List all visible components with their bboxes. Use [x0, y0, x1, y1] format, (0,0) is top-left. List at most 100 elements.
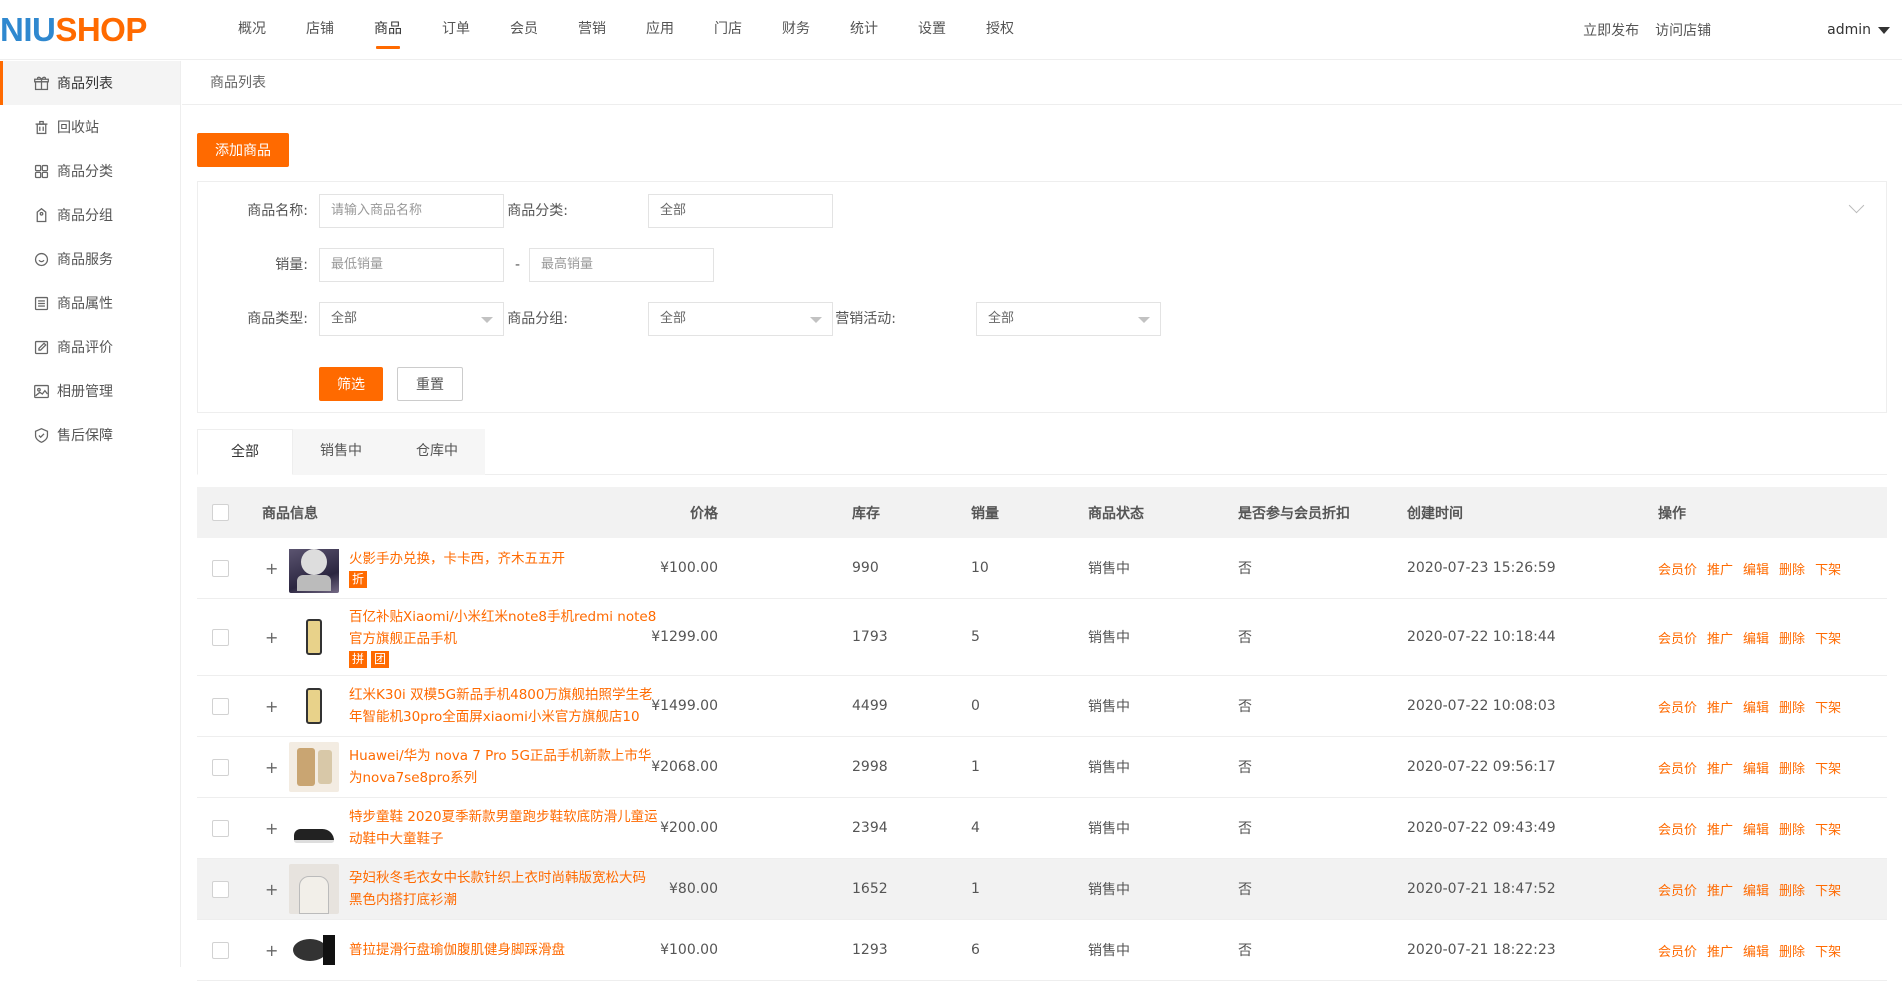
- top-nav-item[interactable]: 订单: [422, 0, 490, 60]
- row-op-link[interactable]: 删除: [1779, 941, 1805, 960]
- product-name-link[interactable]: 孕妇秋冬毛衣女中长款针织上衣时尚韩版宽松大码黑色内搭打底衫潮: [349, 867, 659, 911]
- row-checkbox[interactable]: [212, 819, 229, 837]
- sidebar-item[interactable]: 商品分类: [0, 149, 180, 193]
- sidebar-item[interactable]: 商品属性: [0, 281, 180, 325]
- row-op-link[interactable]: 推广: [1707, 559, 1733, 578]
- sidebar-item[interactable]: 商品评价: [0, 325, 180, 369]
- filter-reset-button[interactable]: 重置: [397, 367, 463, 401]
- row-op-link[interactable]: 下架: [1815, 697, 1841, 716]
- table-row[interactable]: + 火影手办兑换，卡卡西，齐木五五开折 ¥100.00 990 10 销售中 否 2020-0…: [197, 538, 1887, 599]
- sales-max-input[interactable]: 最高销量: [529, 248, 714, 282]
- top-nav-item[interactable]: 授权: [966, 0, 1034, 60]
- top-nav-item[interactable]: 会员: [490, 0, 558, 60]
- row-op-link[interactable]: 删除: [1779, 758, 1805, 777]
- row-op-link[interactable]: 删除: [1779, 628, 1805, 647]
- product-name-link[interactable]: 普拉提滑行盘瑜伽腹肌健身脚踩滑盘: [349, 939, 565, 961]
- product-thumbnail[interactable]: [289, 742, 339, 792]
- row-op-link[interactable]: 下架: [1815, 941, 1841, 960]
- row-op-link[interactable]: 下架: [1815, 559, 1841, 578]
- chevron-down-icon[interactable]: [1848, 197, 1865, 214]
- row-op-link[interactable]: 推广: [1707, 697, 1733, 716]
- row-checkbox[interactable]: [212, 697, 229, 715]
- product-name-link[interactable]: Huawei/华为 nova 7 Pro 5G正品手机新款上市华为nova7se…: [349, 745, 659, 789]
- row-checkbox[interactable]: [212, 559, 229, 577]
- sidebar-item[interactable]: 相册管理: [0, 369, 180, 413]
- row-op-link[interactable]: 推广: [1707, 819, 1733, 838]
- product-name-link[interactable]: 红米K30i 双模5G新品手机4800万旗舰拍照学生老年智能机30pro全面屏x…: [349, 684, 659, 728]
- top-nav-item[interactable]: 店铺: [286, 0, 354, 60]
- row-op-link[interactable]: 编辑: [1743, 819, 1769, 838]
- row-op-link[interactable]: 会员价: [1658, 758, 1697, 777]
- row-op-link[interactable]: 编辑: [1743, 559, 1769, 578]
- row-op-link[interactable]: 下架: [1815, 880, 1841, 899]
- table-row[interactable]: + 红米K30i 双模5G新品手机4800万旗舰拍照学生老年智能机30pro全面屏…: [197, 676, 1887, 737]
- product-thumbnail[interactable]: [289, 925, 339, 975]
- row-op-link[interactable]: 会员价: [1658, 819, 1697, 838]
- row-op-link[interactable]: 会员价: [1658, 628, 1697, 647]
- product-name-link[interactable]: 火影手办兑换，卡卡西，齐木五五开: [349, 548, 565, 570]
- product-name-link[interactable]: 特步童鞋 2020夏季新款男童跑步鞋软底防滑儿童运动鞋中大童鞋子: [349, 806, 659, 850]
- promo-select[interactable]: 全部: [976, 302, 1161, 336]
- table-row[interactable]: + 孕妇秋冬毛衣女中长款针织上衣时尚韩版宽松大码黑色内搭打底衫潮 ¥80.00 165…: [197, 859, 1887, 920]
- expand-plus-icon[interactable]: +: [265, 819, 278, 838]
- top-nav-item[interactable]: 应用: [626, 0, 694, 60]
- top-nav-item[interactable]: 门店: [694, 0, 762, 60]
- user-menu[interactable]: admin: [1827, 22, 1890, 38]
- sidebar-item[interactable]: 售后保障: [0, 413, 180, 457]
- expand-plus-icon[interactable]: +: [265, 628, 278, 647]
- category-input[interactable]: 全部: [648, 194, 833, 228]
- row-checkbox[interactable]: [212, 758, 229, 776]
- row-op-link[interactable]: 删除: [1779, 819, 1805, 838]
- row-checkbox[interactable]: [212, 628, 229, 646]
- row-op-link[interactable]: 会员价: [1658, 880, 1697, 899]
- sidebar-item[interactable]: 商品列表: [0, 61, 180, 105]
- status-tab[interactable]: 全部: [197, 429, 293, 475]
- visit-store-link[interactable]: 访问店铺: [1655, 20, 1711, 40]
- row-op-link[interactable]: 推广: [1707, 941, 1733, 960]
- row-op-link[interactable]: 编辑: [1743, 697, 1769, 716]
- expand-plus-icon[interactable]: +: [265, 559, 278, 578]
- row-op-link[interactable]: 删除: [1779, 559, 1805, 578]
- niushop-logo[interactable]: NIUSHOP: [0, 10, 147, 50]
- top-nav-item[interactable]: 统计: [830, 0, 898, 60]
- row-op-link[interactable]: 删除: [1779, 697, 1805, 716]
- select-all-checkbox[interactable]: [212, 504, 229, 521]
- row-op-link[interactable]: 下架: [1815, 819, 1841, 838]
- sidebar-item[interactable]: 回收站: [0, 105, 180, 149]
- row-op-link[interactable]: 删除: [1779, 880, 1805, 899]
- top-nav-item[interactable]: 财务: [762, 0, 830, 60]
- status-tab[interactable]: 销售中: [293, 429, 389, 475]
- table-row[interactable]: + 特步童鞋 2020夏季新款男童跑步鞋软底防滑儿童运动鞋中大童鞋子 ¥200.00…: [197, 798, 1887, 859]
- sidebar-item[interactable]: 商品分组: [0, 193, 180, 237]
- row-checkbox[interactable]: [212, 880, 229, 898]
- expand-plus-icon[interactable]: +: [265, 697, 278, 716]
- top-nav-item[interactable]: 设置: [898, 0, 966, 60]
- expand-plus-icon[interactable]: +: [265, 941, 278, 960]
- row-op-link[interactable]: 会员价: [1658, 559, 1697, 578]
- top-nav-item[interactable]: 商品: [354, 0, 422, 60]
- expand-plus-icon[interactable]: +: [265, 758, 278, 777]
- row-op-link[interactable]: 推广: [1707, 628, 1733, 647]
- row-checkbox[interactable]: [212, 941, 229, 959]
- product-thumbnail[interactable]: [289, 803, 339, 853]
- row-op-link[interactable]: 会员价: [1658, 697, 1697, 716]
- publish-link[interactable]: 立即发布: [1583, 20, 1639, 40]
- row-op-link[interactable]: 会员价: [1658, 941, 1697, 960]
- row-op-link[interactable]: 下架: [1815, 628, 1841, 647]
- row-op-link[interactable]: 编辑: [1743, 880, 1769, 899]
- table-row[interactable]: + Huawei/华为 nova 7 Pro 5G正品手机新款上市华为nova7s…: [197, 737, 1887, 798]
- filter-submit-button[interactable]: 筛选: [319, 367, 383, 401]
- sales-min-input[interactable]: 最低销量: [319, 248, 504, 282]
- product-thumbnail[interactable]: [289, 612, 339, 662]
- expand-plus-icon[interactable]: +: [265, 880, 278, 899]
- top-nav-item[interactable]: 概况: [218, 0, 286, 60]
- product-thumbnail[interactable]: [289, 864, 339, 914]
- product-thumbnail[interactable]: [289, 543, 339, 593]
- row-op-link[interactable]: 编辑: [1743, 941, 1769, 960]
- product-thumbnail[interactable]: [289, 681, 339, 731]
- row-op-link[interactable]: 推广: [1707, 880, 1733, 899]
- status-tab[interactable]: 仓库中: [389, 429, 485, 475]
- row-op-link[interactable]: 编辑: [1743, 628, 1769, 647]
- row-op-link[interactable]: 下架: [1815, 758, 1841, 777]
- table-row[interactable]: + 普拉提滑行盘瑜伽腹肌健身脚踩滑盘 ¥100.00 1293 6 销售中 否 2020-07…: [197, 920, 1887, 981]
